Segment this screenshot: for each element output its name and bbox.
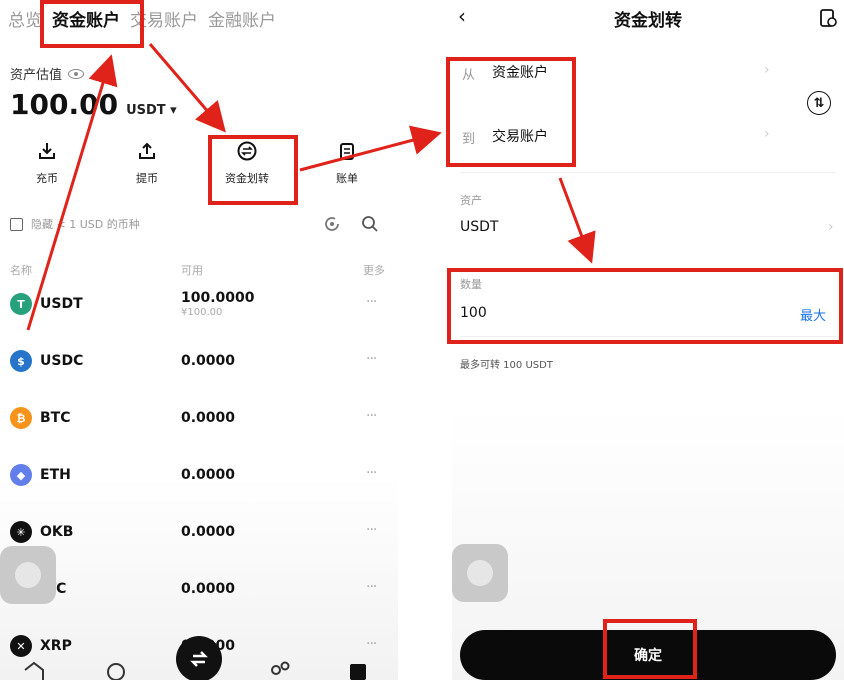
highlight-amount	[447, 268, 843, 344]
asset-symbol: OKB	[40, 524, 74, 540]
more-options-icon[interactable]: ···	[366, 408, 377, 424]
tab-financial-account[interactable]: 金融账户	[208, 6, 276, 31]
bill-button[interactable]: 账单	[312, 140, 382, 186]
column-more: 更多	[363, 264, 385, 277]
hide-small-balances-row[interactable]: 隐藏 < 1 USD 的币种	[10, 216, 140, 232]
highlight-funding-tab	[40, 0, 144, 48]
page-title: 资金划转	[614, 11, 682, 31]
withdraw-label: 提币	[136, 172, 158, 185]
asset-available: 0.0000	[181, 581, 236, 597]
asset-available: 0.0000	[181, 410, 236, 426]
swap-accounts-icon[interactable]: ⇅	[807, 91, 831, 115]
list-tools	[322, 214, 380, 234]
deposit-button[interactable]: 充币	[12, 140, 82, 186]
asset-available: 0.0000	[181, 467, 236, 483]
asset-available: 0.0000	[181, 524, 236, 540]
panel-gap	[398, 0, 452, 680]
asset-row-ltc[interactable]: Ł LTC 0.0000 ···	[0, 569, 398, 609]
deposit-icon	[39, 143, 55, 159]
highlight-confirm	[603, 619, 697, 679]
asset-row-okb[interactable]: ✳ OKB 0.0000 ···	[0, 512, 398, 552]
home-icon[interactable]	[22, 660, 46, 680]
refresh-icon[interactable]	[322, 214, 342, 234]
eth-coin-icon: ◆	[10, 464, 32, 486]
asset-fiat-value: ¥100.00	[181, 307, 223, 318]
okb-coin-icon: ✳	[10, 521, 32, 543]
asset-available: 0.0000	[181, 353, 236, 369]
asset-row-eth[interactable]: ◆ ETH 0.0000 ···	[0, 455, 398, 495]
divider	[460, 172, 836, 173]
asset-symbol: XRP	[40, 638, 72, 654]
asset-symbol: USDT	[40, 296, 83, 312]
transfer-history-icon[interactable]	[818, 8, 838, 28]
funding-account-screen: 总览 资金账户 交易账户 金融账户 资产估值 100.00 USDT ▾ 充币 …	[0, 0, 398, 680]
asset-row-usdc[interactable]: $ USDC 0.0000 ···	[0, 341, 398, 381]
bill-label: 账单	[336, 172, 358, 185]
more-options-icon[interactable]: ···	[366, 465, 377, 481]
bill-icon	[340, 143, 354, 160]
floating-assistive-button[interactable]	[452, 544, 508, 602]
markets-icon[interactable]	[104, 660, 128, 680]
more-options-icon[interactable]: ···	[366, 351, 377, 367]
hide-small-checkbox[interactable]	[10, 217, 23, 231]
eye-icon[interactable]	[68, 68, 85, 79]
usdt-coin-icon: T	[10, 293, 32, 315]
more-options-icon[interactable]: ···	[366, 579, 377, 595]
search-icon[interactable]	[360, 214, 380, 234]
withdraw-icon	[139, 142, 155, 159]
withdraw-button[interactable]: 提币	[112, 140, 182, 186]
chevron-right-icon: ›	[764, 126, 770, 142]
hide-small-label: 隐藏 < 1 USD 的币种	[31, 218, 140, 231]
chevron-right-icon: ›	[764, 62, 770, 78]
wallet-icon[interactable]	[346, 660, 370, 680]
asset-row-usdt[interactable]: T USDT 100.0000 ¥100.00 ···	[0, 284, 398, 324]
usdc-coin-icon: $	[10, 350, 32, 372]
tab-overview[interactable]: 总览	[8, 6, 42, 31]
more-options-icon[interactable]: ···	[366, 522, 377, 538]
column-name: 名称	[10, 264, 32, 277]
swap-icon	[190, 651, 208, 667]
asset-available: 100.0000	[181, 290, 255, 306]
btc-coin-icon: ₿	[10, 407, 32, 429]
highlight-from-to	[446, 57, 576, 167]
chevron-right-icon: ›	[828, 219, 834, 235]
currency-selector[interactable]: USDT ▾	[126, 103, 177, 118]
max-transfer-hint: 最多可转 100 USDT	[460, 360, 553, 371]
deposit-label: 充币	[36, 172, 58, 185]
asset-row-btc[interactable]: ₿ BTC 0.0000 ···	[0, 398, 398, 438]
more-options-icon[interactable]: ···	[366, 294, 377, 310]
asset-label: 资产	[460, 194, 482, 207]
balance-value: 100.00	[10, 88, 119, 121]
highlight-transfer-action	[208, 135, 298, 205]
balance-display: 100.00 USDT ▾	[10, 88, 177, 121]
trade-nav-button[interactable]	[176, 636, 222, 680]
discover-icon[interactable]	[268, 660, 292, 680]
xrp-coin-icon: ✕	[10, 635, 32, 657]
valuation-row: 资产估值	[10, 64, 85, 83]
column-available: 可用	[181, 264, 203, 277]
asset-selector[interactable]: USDT	[460, 219, 498, 235]
asset-symbol: ETH	[40, 467, 71, 483]
asset-symbol: USDC	[40, 353, 84, 369]
valuation-label: 资产估值	[10, 68, 63, 83]
asset-symbol: BTC	[40, 410, 71, 426]
more-options-icon[interactable]: ···	[366, 636, 377, 652]
floating-assistive-button[interactable]	[0, 546, 56, 604]
